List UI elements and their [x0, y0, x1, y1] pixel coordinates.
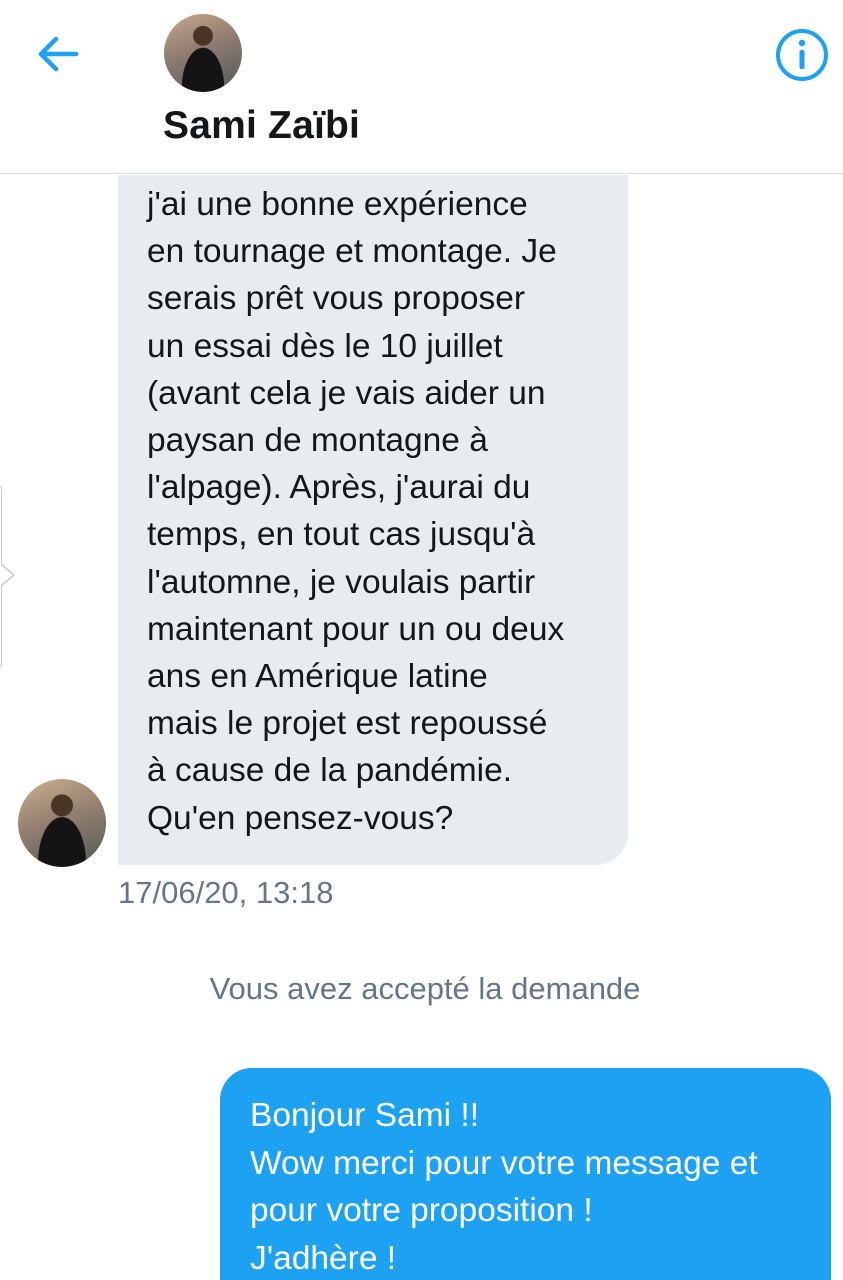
outgoing-message-text: Bonjour Sami !! Wow merci pour votre mes… [250, 1097, 758, 1277]
back-button[interactable] [30, 28, 84, 82]
message-timestamp: 17/06/20, 13:18 [118, 875, 334, 910]
incoming-message-text: j'ai une bonne expérience en tournage et… [147, 186, 565, 837]
message-list[interactable]: j'ai une bonne expérience en tournage et… [0, 175, 843, 1280]
arrow-left-icon [38, 36, 79, 72]
outgoing-message-bubble[interactable]: Bonjour Sami !! Wow merci pour votre mes… [220, 1068, 831, 1280]
chevron-right-icon [0, 563, 16, 587]
contact-avatar[interactable] [164, 14, 242, 92]
request-accepted-notice: Vous avez accepté la demande [209, 971, 641, 1006]
contact-name[interactable]: Sami Zaïbi [163, 104, 360, 148]
info-icon [776, 29, 828, 81]
sender-avatar[interactable] [18, 779, 106, 867]
conversation-header: Sami Zaïbi [0, 0, 843, 174]
conversation-info-button[interactable] [774, 27, 830, 83]
